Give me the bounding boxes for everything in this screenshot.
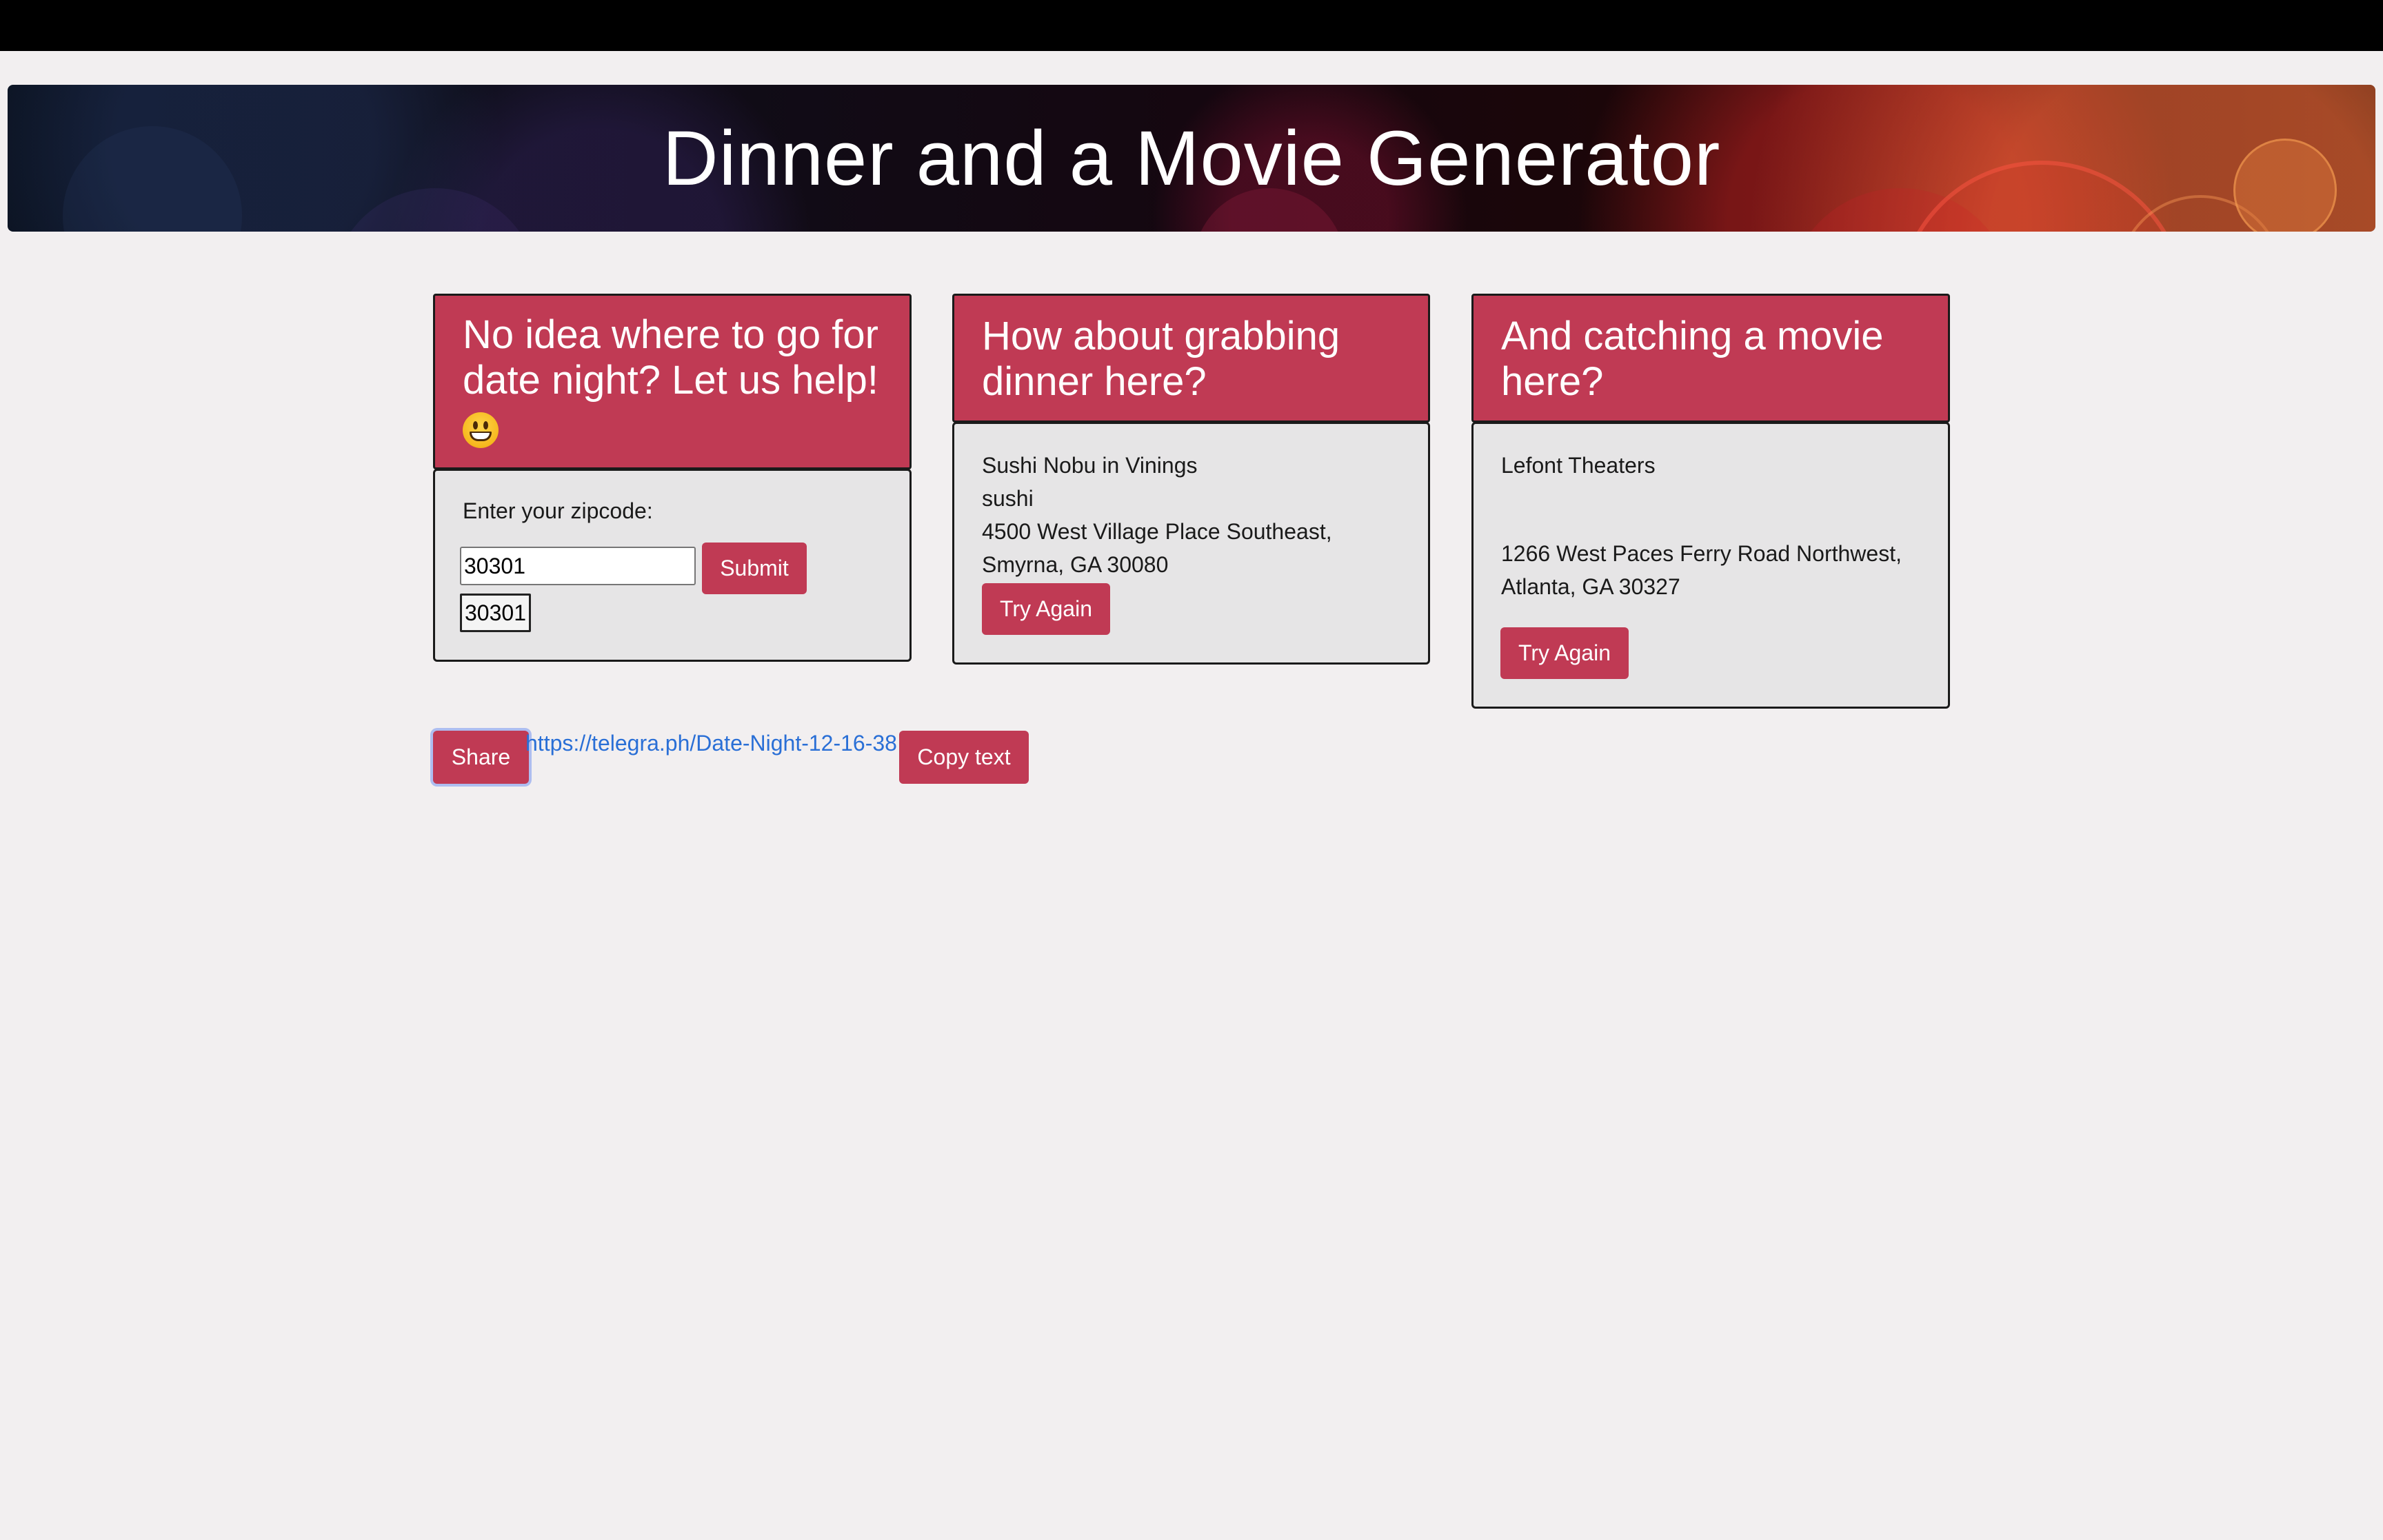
dinner-try-again-button[interactable]: Try Again [982,583,1110,635]
theater-address-line1: 1266 West Paces Ferry Road Northwest, [1501,541,1902,566]
restaurant-address-line2: Smyrna, GA 30080 [982,552,1169,577]
search-card-heading-text: No idea where to go for date night? Let … [463,312,879,403]
movie-try-again-button[interactable]: Try Again [1500,627,1629,679]
theater-address-line2: Atlanta, GA 30327 [1501,574,1680,599]
grinning-face-icon [463,412,499,448]
zipcode-input[interactable] [460,547,696,585]
header-banner: Dinner and a Movie Generator [8,85,2375,232]
theater-name: Lefont Theaters [1501,453,1656,478]
restaurant-cuisine: sushi [982,486,1034,511]
restaurant-name: Sushi Nobu in Vinings [982,453,1198,478]
share-link[interactable]: https://telegra.ph/Date-Night-12-16-38 [525,731,897,756]
share-button[interactable]: Share [433,731,529,784]
page-title: Dinner and a Movie Generator [662,115,1721,201]
movie-card-heading: And catching a movie here? [1471,294,1950,423]
dinner-card-heading: How about grabbing dinner here? [952,294,1430,423]
zipcode-display: 30301 [460,594,531,632]
copy-text-button[interactable]: Copy text [899,731,1029,784]
search-card-heading: No idea where to go for date night? Let … [433,294,912,469]
browser-top-bar [0,0,2383,51]
submit-button[interactable]: Submit [702,543,807,594]
restaurant-address-line1: 4500 West Village Place Southeast, [982,519,1332,544]
zip-label: Enter your zipcode: [463,498,653,523]
